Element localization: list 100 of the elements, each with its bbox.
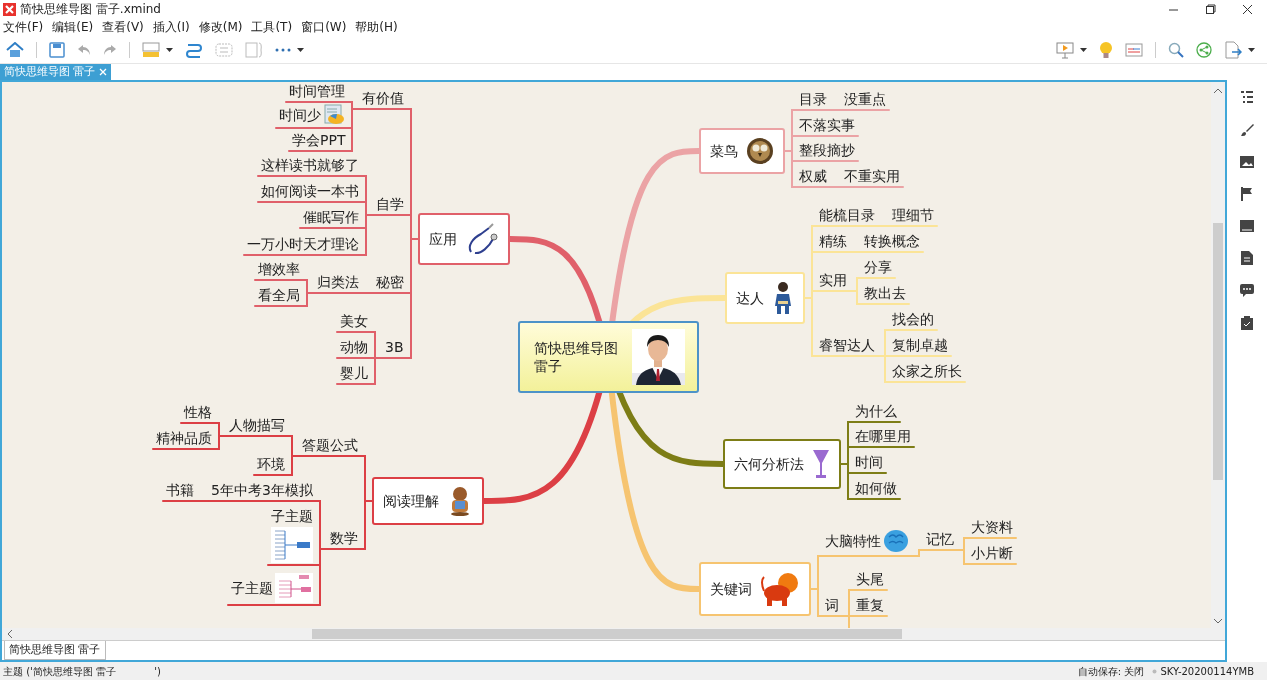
- relationship-icon[interactable]: [185, 41, 203, 58]
- scroll-up-icon[interactable]: [1213, 88, 1223, 94]
- topic-label[interactable]: 精练: [819, 232, 847, 250]
- topic-label[interactable]: 人物描写: [229, 416, 285, 434]
- topic-label[interactable]: 归类法: [317, 273, 359, 291]
- topic-label[interactable]: 时间: [855, 453, 883, 471]
- menu-item[interactable]: 查看(V): [102, 18, 144, 36]
- topic-label[interactable]: 秘密: [376, 273, 404, 291]
- scroll-down-icon[interactable]: [1213, 618, 1223, 624]
- lightbulb-icon[interactable]: [1099, 40, 1113, 59]
- save-icon[interactable]: [49, 41, 65, 58]
- topic-label[interactable]: 数学: [330, 529, 358, 547]
- clipboard-icon[interactable]: [1241, 316, 1253, 330]
- topic-label[interactable]: 不落实事: [799, 116, 855, 134]
- topic-label[interactable]: 小片断: [971, 544, 1013, 562]
- topic-label[interactable]: 复制卓越: [892, 336, 948, 354]
- main-topic-card[interactable]: 关键词: [699, 562, 811, 616]
- topic-label[interactable]: 找会的: [892, 310, 934, 328]
- topic-label[interactable]: 时间管理: [289, 82, 345, 100]
- topic-label[interactable]: 不重实用: [844, 167, 900, 185]
- topic-label[interactable]: 大资料: [971, 518, 1013, 536]
- menu-item[interactable]: 编辑(E): [52, 18, 94, 36]
- topic-label[interactable]: 大脑特性: [825, 532, 881, 550]
- home-icon[interactable]: [6, 41, 24, 58]
- topic-label[interactable]: 如何做: [855, 479, 897, 497]
- topic-label[interactable]: 权威: [799, 167, 827, 185]
- topic-label[interactable]: 众家之所长: [892, 362, 962, 380]
- caret-icon[interactable]: [166, 47, 173, 52]
- topic-label[interactable]: 这样读书就够了: [261, 156, 359, 174]
- menu-item[interactable]: 工具(T): [251, 18, 293, 36]
- topic-label[interactable]: 头尾: [856, 570, 884, 588]
- topic-label[interactable]: 子主题: [271, 507, 313, 525]
- restore-icon[interactable]: [1205, 3, 1216, 15]
- redo-icon[interactable]: [103, 42, 117, 57]
- menu-item[interactable]: 插入(I): [152, 18, 190, 36]
- topic-label[interactable]: 实用: [819, 271, 847, 289]
- topic-label[interactable]: 看全局: [258, 286, 300, 304]
- topic-label[interactable]: 婴儿: [340, 364, 368, 382]
- scrollbar-thumb[interactable]: [1213, 223, 1223, 480]
- menu-item[interactable]: 帮助(H): [355, 18, 398, 36]
- menu-item[interactable]: 修改(M): [198, 18, 243, 36]
- undo-icon[interactable]: [77, 42, 91, 57]
- scrollbar-thumb[interactable]: [312, 629, 902, 639]
- main-topic-card[interactable]: 六何分析法: [723, 439, 841, 489]
- close-icon[interactable]: [1242, 3, 1253, 15]
- topic-label[interactable]: 学会PPT: [292, 131, 346, 149]
- topic-label[interactable]: 5年中考3年模拟: [211, 481, 313, 499]
- menu-item[interactable]: 窗口(W): [301, 18, 347, 36]
- topic-label[interactable]: 一万小时天才理论: [247, 235, 359, 253]
- topic-label[interactable]: 动物: [340, 338, 368, 356]
- caret-icon[interactable]: [1248, 47, 1255, 52]
- scroll-left-icon[interactable]: [7, 629, 13, 639]
- topic-label[interactable]: 教出去: [864, 284, 906, 302]
- topic-label[interactable]: 答题公式: [302, 436, 358, 454]
- caret-icon[interactable]: [297, 47, 304, 52]
- caret-icon[interactable]: [1080, 47, 1087, 52]
- topic-label[interactable]: 子主题: [231, 579, 273, 597]
- main-topic-card[interactable]: 达人: [725, 272, 805, 324]
- main-topic-card[interactable]: 阅读理解: [372, 477, 484, 525]
- presentation-icon[interactable]: [1056, 40, 1074, 59]
- topic-label[interactable]: 整段摘抄: [799, 141, 855, 159]
- topic-label[interactable]: 3B: [385, 338, 404, 356]
- topic-label[interactable]: 催眠写作: [303, 208, 359, 226]
- topic-label[interactable]: 在哪里用: [855, 427, 911, 445]
- text-format-icon[interactable]: [1240, 220, 1254, 232]
- topic-label[interactable]: 时间少: [279, 106, 321, 124]
- central-topic-card[interactable]: 简快思维导图 雷子: [518, 321, 699, 393]
- topic-label[interactable]: 有价值: [362, 89, 404, 107]
- topic-label[interactable]: 如何阅读一本书: [261, 182, 359, 200]
- topic-label[interactable]: 理细节: [892, 206, 934, 224]
- flag-icon[interactable]: [1241, 187, 1253, 201]
- topic-label[interactable]: 增效率: [258, 260, 300, 278]
- topic-label[interactable]: 睿智达人: [819, 336, 875, 354]
- brush-icon[interactable]: [1240, 123, 1254, 137]
- share-icon[interactable]: [1196, 41, 1212, 58]
- topic-label[interactable]: 目录: [799, 90, 827, 108]
- search-icon[interactable]: [1168, 41, 1184, 58]
- outline-icon[interactable]: [1240, 90, 1254, 104]
- topic-label[interactable]: 记忆: [926, 530, 954, 548]
- menu-item[interactable]: 文件(F): [3, 18, 44, 36]
- topic-label[interactable]: 自学: [376, 195, 404, 213]
- main-topic-card[interactable]: 应用: [418, 213, 510, 265]
- image-icon[interactable]: [1240, 156, 1254, 168]
- sheet-tab[interactable]: 简快思维导图 雷子: [4, 641, 106, 660]
- topic-label[interactable]: 为什么: [855, 402, 897, 420]
- note-icon[interactable]: [1241, 251, 1253, 265]
- topic-label[interactable]: 精神品质: [156, 429, 212, 447]
- topic-label[interactable]: 美女: [340, 312, 368, 330]
- more-icon[interactable]: [275, 47, 291, 52]
- comment-icon[interactable]: [1240, 284, 1254, 297]
- topic-label[interactable]: 性格: [184, 403, 212, 421]
- topic-label[interactable]: 环境: [257, 455, 285, 473]
- topic-label[interactable]: 没重点: [844, 90, 886, 108]
- topic-label[interactable]: 重复: [856, 596, 884, 614]
- topic-label[interactable]: 转换概念: [864, 232, 920, 250]
- main-topic-card[interactable]: 菜鸟: [699, 128, 785, 174]
- topic-label[interactable]: 书籍: [166, 481, 194, 499]
- export-icon[interactable]: [1224, 40, 1242, 59]
- topic-label[interactable]: 分享: [864, 258, 892, 276]
- topic-label[interactable]: 能梳目录: [819, 206, 875, 224]
